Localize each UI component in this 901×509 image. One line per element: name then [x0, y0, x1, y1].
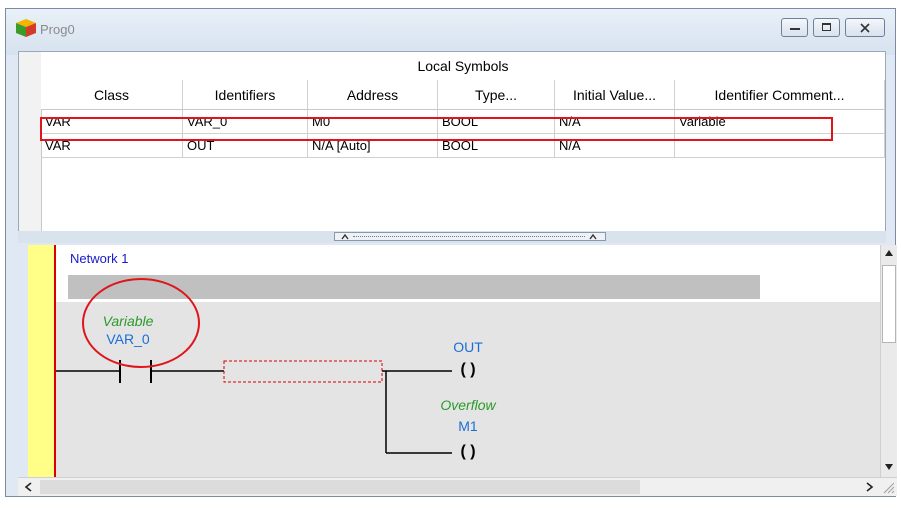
coil-out-identifier[interactable]: OUT [428, 339, 508, 355]
empty-element-placeholder [223, 360, 383, 383]
local-symbols-header: Local Symbols [41, 52, 885, 81]
table-cell[interactable]: OUT [183, 134, 308, 158]
coil-out-symbol[interactable]: ( ) [428, 361, 508, 379]
minimize-icon [790, 28, 800, 30]
local-symbols-table: Local Symbols Class Identifiers Address … [18, 51, 886, 241]
table-cell[interactable] [675, 134, 885, 158]
vertical-scroll-thumb[interactable] [882, 265, 896, 343]
table-cell[interactable]: N/A [555, 110, 675, 134]
table-cell[interactable]: VAR_0 [183, 110, 308, 134]
window-title: Prog0 [40, 22, 75, 37]
chevron-up-icon [589, 234, 597, 240]
resize-grip-icon[interactable] [882, 481, 895, 494]
table-cell[interactable]: N/A [555, 134, 675, 158]
maximize-button[interactable] [813, 18, 840, 37]
contact-comment: Variable [102, 313, 154, 329]
prog0-window: Prog0 Local Symbols Class Identifiers Ad… [5, 8, 897, 497]
table-cell[interactable]: VAR [41, 110, 183, 134]
contact-identifier[interactable]: VAR_0 [83, 331, 173, 347]
pane-splitter[interactable] [18, 231, 886, 243]
column-header-address[interactable]: Address [308, 80, 438, 110]
column-header-type[interactable]: Type... [438, 80, 555, 110]
row-header-column [19, 52, 42, 240]
column-header-initial-value[interactable]: Initial Value... [555, 80, 675, 110]
minimize-button[interactable] [781, 18, 808, 37]
coil-overflow-identifier[interactable]: M1 [428, 418, 508, 434]
table-cell[interactable]: M0 [308, 110, 438, 134]
table-cell[interactable]: N/A [Auto] [308, 134, 438, 158]
scroll-left-arrow-icon[interactable] [24, 482, 32, 492]
ladder-editor[interactable]: Network 1 Variable VAR_0 OUT ( ) Overflo… [28, 245, 880, 477]
close-button[interactable] [845, 18, 885, 37]
coil-overflow-symbol[interactable]: ( ) [428, 443, 508, 461]
table-cell[interactable]: Variable [675, 110, 885, 134]
horizontal-scrollbar[interactable] [18, 477, 897, 496]
close-icon [860, 23, 870, 33]
scroll-right-arrow-icon[interactable] [866, 482, 874, 492]
vertical-scrollbar[interactable] [880, 245, 897, 477]
coil-overflow-comment: Overflow [440, 397, 496, 413]
column-header-identifiers[interactable]: Identifiers [183, 80, 308, 110]
horizontal-scroll-thumb[interactable] [40, 480, 640, 494]
scroll-down-arrow-icon[interactable] [884, 463, 894, 471]
column-header-identifier-comment[interactable]: Identifier Comment... [675, 80, 885, 110]
title-bar[interactable]: Prog0 [6, 9, 895, 55]
maximize-icon [822, 23, 831, 31]
chevron-up-icon [341, 234, 349, 240]
table-cell[interactable]: BOOL [438, 110, 555, 134]
table-cell[interactable]: BOOL [438, 134, 555, 158]
scroll-up-arrow-icon[interactable] [884, 249, 894, 257]
splitter-grip[interactable] [334, 232, 606, 241]
app-cube-icon [16, 19, 36, 37]
table-cell[interactable]: VAR [41, 134, 183, 158]
column-header-class[interactable]: Class [41, 80, 183, 110]
